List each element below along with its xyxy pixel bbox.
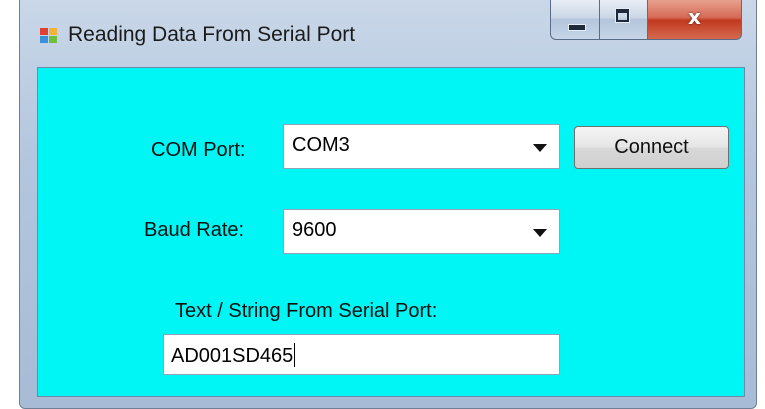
text-caret — [294, 343, 296, 367]
minimize-button[interactable] — [550, 0, 600, 40]
app-icon — [40, 28, 58, 44]
serial-text-label: Text / String From Serial Port: — [175, 300, 438, 322]
serial-text-value: AD001SD465 — [171, 345, 294, 367]
close-button[interactable]: x — [648, 0, 742, 40]
maximize-button[interactable] — [600, 0, 648, 40]
baud-rate-label: Baud Rate: — [144, 219, 245, 241]
chevron-down-icon[interactable] — [533, 144, 547, 152]
baud-rate-dropdown[interactable]: 9600 — [283, 209, 560, 254]
com-port-label: COM Port: — [151, 139, 246, 161]
caption-buttons: x — [550, 0, 742, 40]
com-port-value: COM3 — [292, 134, 350, 156]
serial-text-field[interactable]: AD001SD465 — [163, 334, 560, 375]
close-icon: x — [688, 5, 701, 29]
app-window: Reading Data From Serial Port x COM Port… — [19, 0, 757, 409]
title-bar[interactable]: Reading Data From Serial Port x — [20, 0, 756, 66]
com-port-dropdown[interactable]: COM3 — [283, 124, 560, 169]
form-client-area: COM Port: COM3 Connect Baud Rate: 9600 T… — [37, 67, 745, 397]
minimize-icon — [568, 24, 586, 31]
window-title: Reading Data From Serial Port — [68, 23, 356, 46]
maximize-icon — [615, 8, 630, 23]
baud-rate-value: 9600 — [292, 219, 337, 241]
chevron-down-icon[interactable] — [533, 229, 547, 237]
connect-button[interactable]: Connect — [574, 126, 729, 169]
